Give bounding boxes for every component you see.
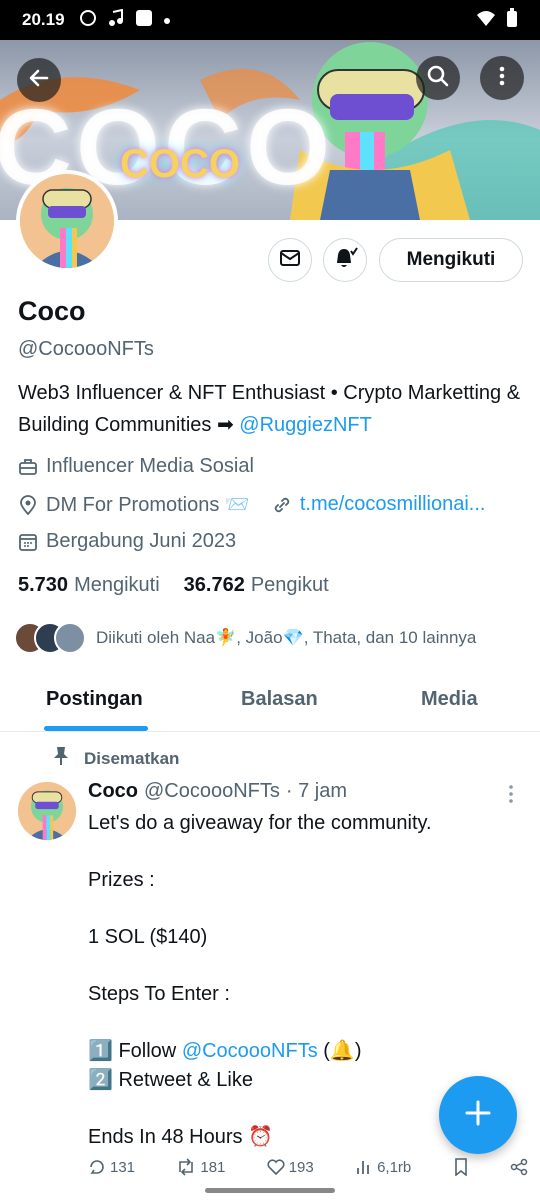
post-author-name[interactable]: Coco: [88, 780, 138, 803]
views-count: 6,1rb: [377, 1158, 412, 1176]
music-note-icon: [107, 8, 125, 32]
website-link[interactable]: t.me/cocosmillionai...: [300, 493, 486, 516]
wifi-icon: [476, 9, 496, 32]
arrow-left-icon: [27, 66, 51, 95]
following-button[interactable]: Mengikuti: [379, 238, 523, 282]
retweet-icon: [176, 1158, 196, 1176]
gesture-nav-handle[interactable]: [205, 1188, 335, 1193]
post-mention-link[interactable]: @CocoooNFTs: [182, 1040, 318, 1062]
post-step1-suffix: (🔔): [317, 1040, 362, 1062]
like-action[interactable]: 193: [267, 1158, 314, 1176]
active-tab-indicator: [44, 726, 148, 731]
location-pin-icon: [18, 494, 38, 515]
bookmark-icon: [453, 1158, 469, 1176]
views-action[interactable]: 6,1rb: [355, 1158, 411, 1176]
post-header: Coco @CocoooNFTs · 7 jam: [88, 780, 347, 803]
tab-media[interactable]: Media: [421, 688, 478, 711]
more-vertical-icon: [490, 64, 514, 93]
profile-tabs: Postingan Balasan Media: [0, 676, 540, 732]
like-count: 193: [288, 1158, 314, 1176]
bar-chart-icon: [355, 1158, 373, 1176]
followers-count: 36.762: [183, 574, 245, 596]
retweet-count: 181: [200, 1158, 226, 1176]
following-stat[interactable]: 5.730 Mengikuti: [18, 574, 160, 597]
followed-by-row[interactable]: Diikuti oleh Naa🧚, João💎, Thata, dan 10 …: [14, 622, 476, 654]
followers-stat[interactable]: 36.762 Pengikut: [184, 574, 329, 597]
mail-icon: [279, 247, 301, 274]
heart-icon: [267, 1158, 285, 1176]
reply-icon: [88, 1158, 106, 1176]
dot-icon: [163, 10, 171, 30]
banner-sub-text: COCO: [120, 142, 240, 186]
whatsapp-icon: [79, 9, 97, 32]
reply-count: 131: [110, 1158, 136, 1176]
message-button[interactable]: [268, 238, 312, 282]
link-icon: [272, 495, 292, 515]
following-label: Mengikuti: [74, 574, 160, 596]
status-time: 20.19: [22, 10, 65, 29]
more-options-button[interactable]: [480, 56, 524, 100]
followed-by-text: Diikuti oleh Naa🧚, João💎, Thata, dan 10 …: [96, 628, 477, 647]
battery-icon: [506, 7, 518, 33]
search-button[interactable]: [416, 56, 460, 100]
avatar-art: [20, 174, 114, 268]
share-action[interactable]: [510, 1158, 528, 1176]
tab-posts[interactable]: Postingan: [46, 688, 143, 711]
profile-joined: Bergabung Juni 2023: [18, 530, 236, 553]
compose-button[interactable]: [439, 1076, 517, 1154]
calendar-icon: [18, 532, 38, 552]
post-body-intro: Let's do a giveaway for the community. P…: [88, 812, 432, 1005]
pinned-text: Disematkan: [84, 748, 180, 768]
post-actions: 131 181 193 6,1rb: [88, 1158, 528, 1176]
briefcase-icon: [18, 457, 38, 477]
share-icon: [510, 1158, 528, 1176]
app-square-icon: [135, 9, 153, 32]
pinned-label: Disematkan: [52, 746, 179, 771]
post-time: · 7 jam: [285, 780, 348, 802]
post-step1-prefix: 1️⃣ Follow: [88, 1040, 182, 1062]
tab-replies[interactable]: Balasan: [241, 688, 318, 711]
category-text: Influencer Media Sosial: [46, 455, 254, 477]
back-button[interactable]: [17, 58, 61, 102]
reply-action[interactable]: 131: [88, 1158, 135, 1176]
follower-avatar: [54, 622, 86, 654]
post-body-rest: 2️⃣ Retweet & Like Ends In 48 Hours ⏰: [88, 1068, 273, 1148]
profile-handle: @CocoooNFTs: [18, 338, 154, 360]
profile-location-row: DM For Promotions 📨 t.me/cocosmillionai.…: [18, 492, 485, 517]
post-author-handle[interactable]: @CocoooNFTs: [144, 780, 280, 803]
status-bar: 20.19: [0, 0, 540, 40]
search-icon: [426, 64, 450, 93]
bio-link[interactable]: @RuggiezNFT: [239, 414, 372, 436]
bell-check-icon: [332, 245, 358, 276]
notifications-button[interactable]: [323, 238, 367, 282]
post-more-button[interactable]: [502, 782, 520, 806]
retweet-action[interactable]: 181: [176, 1158, 225, 1176]
more-vertical-icon: [502, 785, 520, 810]
profile-avatar[interactable]: [16, 170, 118, 272]
following-count: 5.730: [18, 574, 69, 596]
plus-icon: [464, 1099, 492, 1132]
location-text: DM For Promotions 📨: [46, 494, 250, 516]
joined-text: Bergabung Juni 2023: [46, 530, 237, 552]
profile-bio: Web3 Influencer & NFT Enthusiast • Crypt…: [18, 377, 528, 441]
post-avatar-art: [18, 782, 76, 840]
bookmark-action[interactable]: [453, 1158, 469, 1176]
follow-counts: 5.730 Mengikuti 36.762 Pengikut: [18, 574, 329, 597]
post-author-avatar[interactable]: [18, 782, 76, 840]
profile-category: Influencer Media Sosial: [18, 455, 254, 478]
followers-label: Pengikut: [250, 574, 329, 596]
profile-name: Coco: [18, 296, 86, 326]
pin-icon: [52, 746, 70, 771]
